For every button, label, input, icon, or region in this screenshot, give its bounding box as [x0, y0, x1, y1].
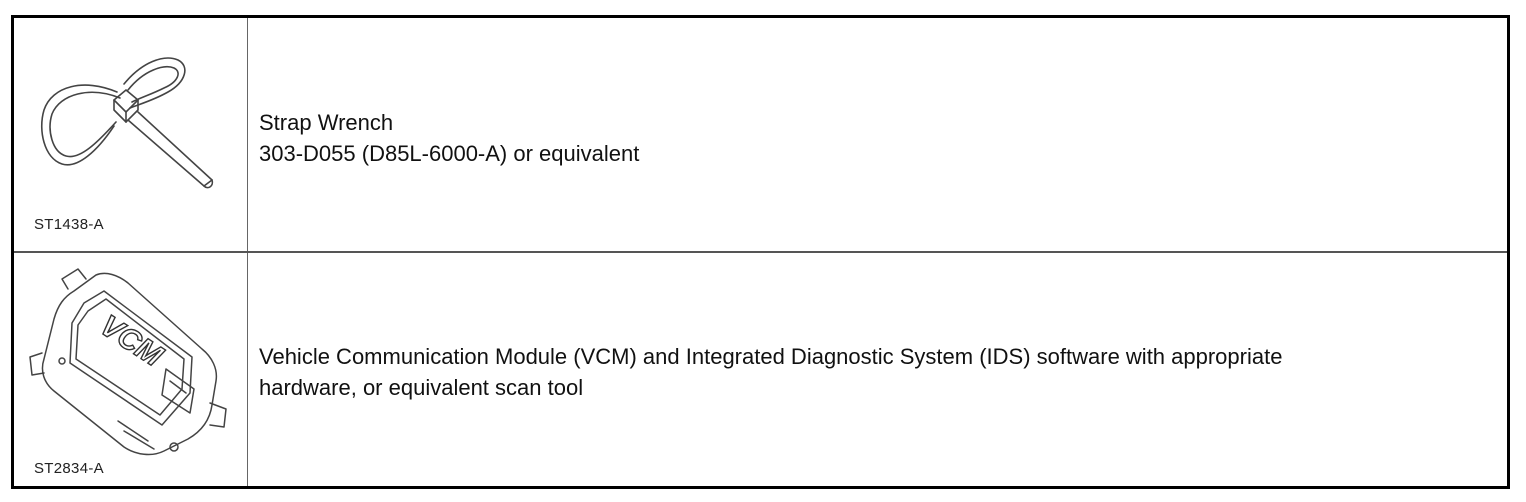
tool-description-cell: Vehicle Communication Module (VCM) and I…	[248, 253, 1507, 486]
tool-image-cell: ST1438-A	[14, 18, 248, 251]
vcm-module-icon: VCM	[29, 268, 227, 456]
tool-image-cell: VCM ST2834-A	[14, 253, 248, 486]
special-tools-table: ST1438-A Strap Wrench 303-D055 (D85L-600…	[11, 15, 1510, 489]
tool-code: ST1438-A	[34, 216, 104, 233]
tool-row: ST1438-A Strap Wrench 303-D055 (D85L-600…	[14, 18, 1507, 253]
tool-description-cell: Strap Wrench 303-D055 (D85L-6000-A) or e…	[248, 18, 1507, 251]
tool-row: VCM ST2834-A Vehicle Communication Modul…	[14, 253, 1507, 486]
tool-code: ST2834-A	[34, 460, 104, 477]
tool-description: Strap Wrench 303-D055 (D85L-6000-A) or e…	[259, 110, 640, 166]
tool-description: Vehicle Communication Module (VCM) and I…	[259, 344, 1283, 400]
